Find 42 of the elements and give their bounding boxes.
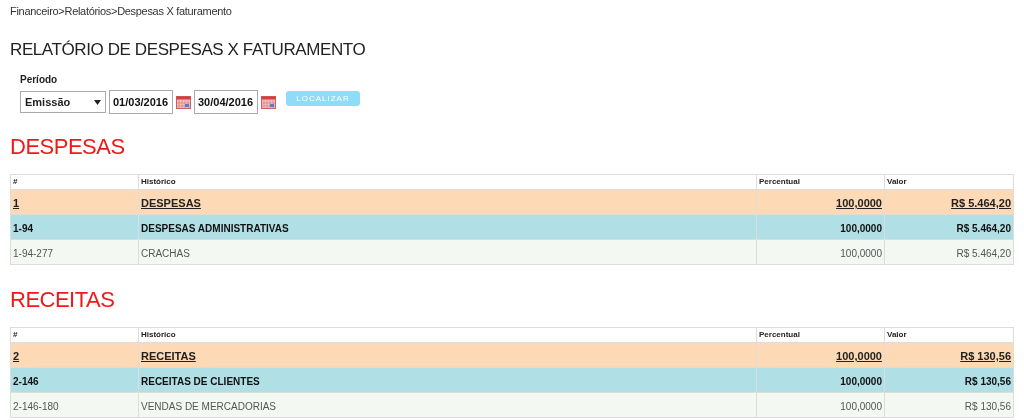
table-cell-text: RECEITAS DE CLIENTES [141,376,260,387]
date-field[interactable]: 01/03/2016 [109,90,173,114]
row-link[interactable]: 1 [13,197,20,209]
column-header: Valor [884,327,1014,343]
column-header: Valor [884,174,1014,190]
table-cell-text: 100,0000 [840,223,882,234]
row-link[interactable]: DESPESAS [141,197,201,209]
section-heading: DESPESAS [10,134,126,160]
table-cell-text: 2-146-180 [13,401,59,412]
row-link[interactable]: 100,0000 [836,350,882,362]
table-cell-text: 1-94 [13,223,33,234]
row-link[interactable]: RECEITAS [141,350,196,362]
table-cell-text: 100,0000 [840,248,882,259]
calendar-icon[interactable] [176,95,191,109]
calendar-icon[interactable] [261,95,276,109]
table-cell-text: R$ 5.464,20 [956,248,1011,259]
table-cell-text: R$ 5.464,20 [956,223,1011,234]
table-cell-text: R$ 130,56 [964,376,1011,387]
row-link[interactable]: 2 [13,350,20,362]
page-title: RELATÓRIO DE DESPESAS X FATURAMENTO [10,40,367,60]
table-cell-text: 100,0000 [840,401,882,412]
table-cell-text: 100,0000 [840,376,882,387]
table-cell-text: CRACHAS [141,248,190,259]
table-cell-text: VENDAS DE MERCADORIAS [141,401,277,412]
period-select[interactable]: Emissão [20,91,106,113]
column-header: Percentual [756,327,885,343]
column-header: Histórico [138,174,757,190]
caret-icon [94,99,101,105]
date-field[interactable]: 30/04/2016 [194,90,258,114]
table-cell-text: R$ 130,56 [964,401,1011,412]
row-link[interactable]: R$ 130,56 [960,350,1011,362]
column-header: Percentual [756,174,885,190]
table-cell-text: 1-94-277 [13,248,54,259]
section-heading: RECEITAS [10,287,116,313]
column-header: # [10,174,139,190]
row-link[interactable]: 100,0000 [836,197,882,209]
field-label: Período [20,74,59,86]
table-cell-text: 2-146 [13,376,39,387]
breadcrumb: Financeiro>Relatórios>Despesas X faturamento [10,4,233,18]
column-header: # [10,327,139,343]
table-cell-text: DESPESAS ADMINISTRATIVAS [141,223,289,234]
column-header: Histórico [138,327,757,343]
